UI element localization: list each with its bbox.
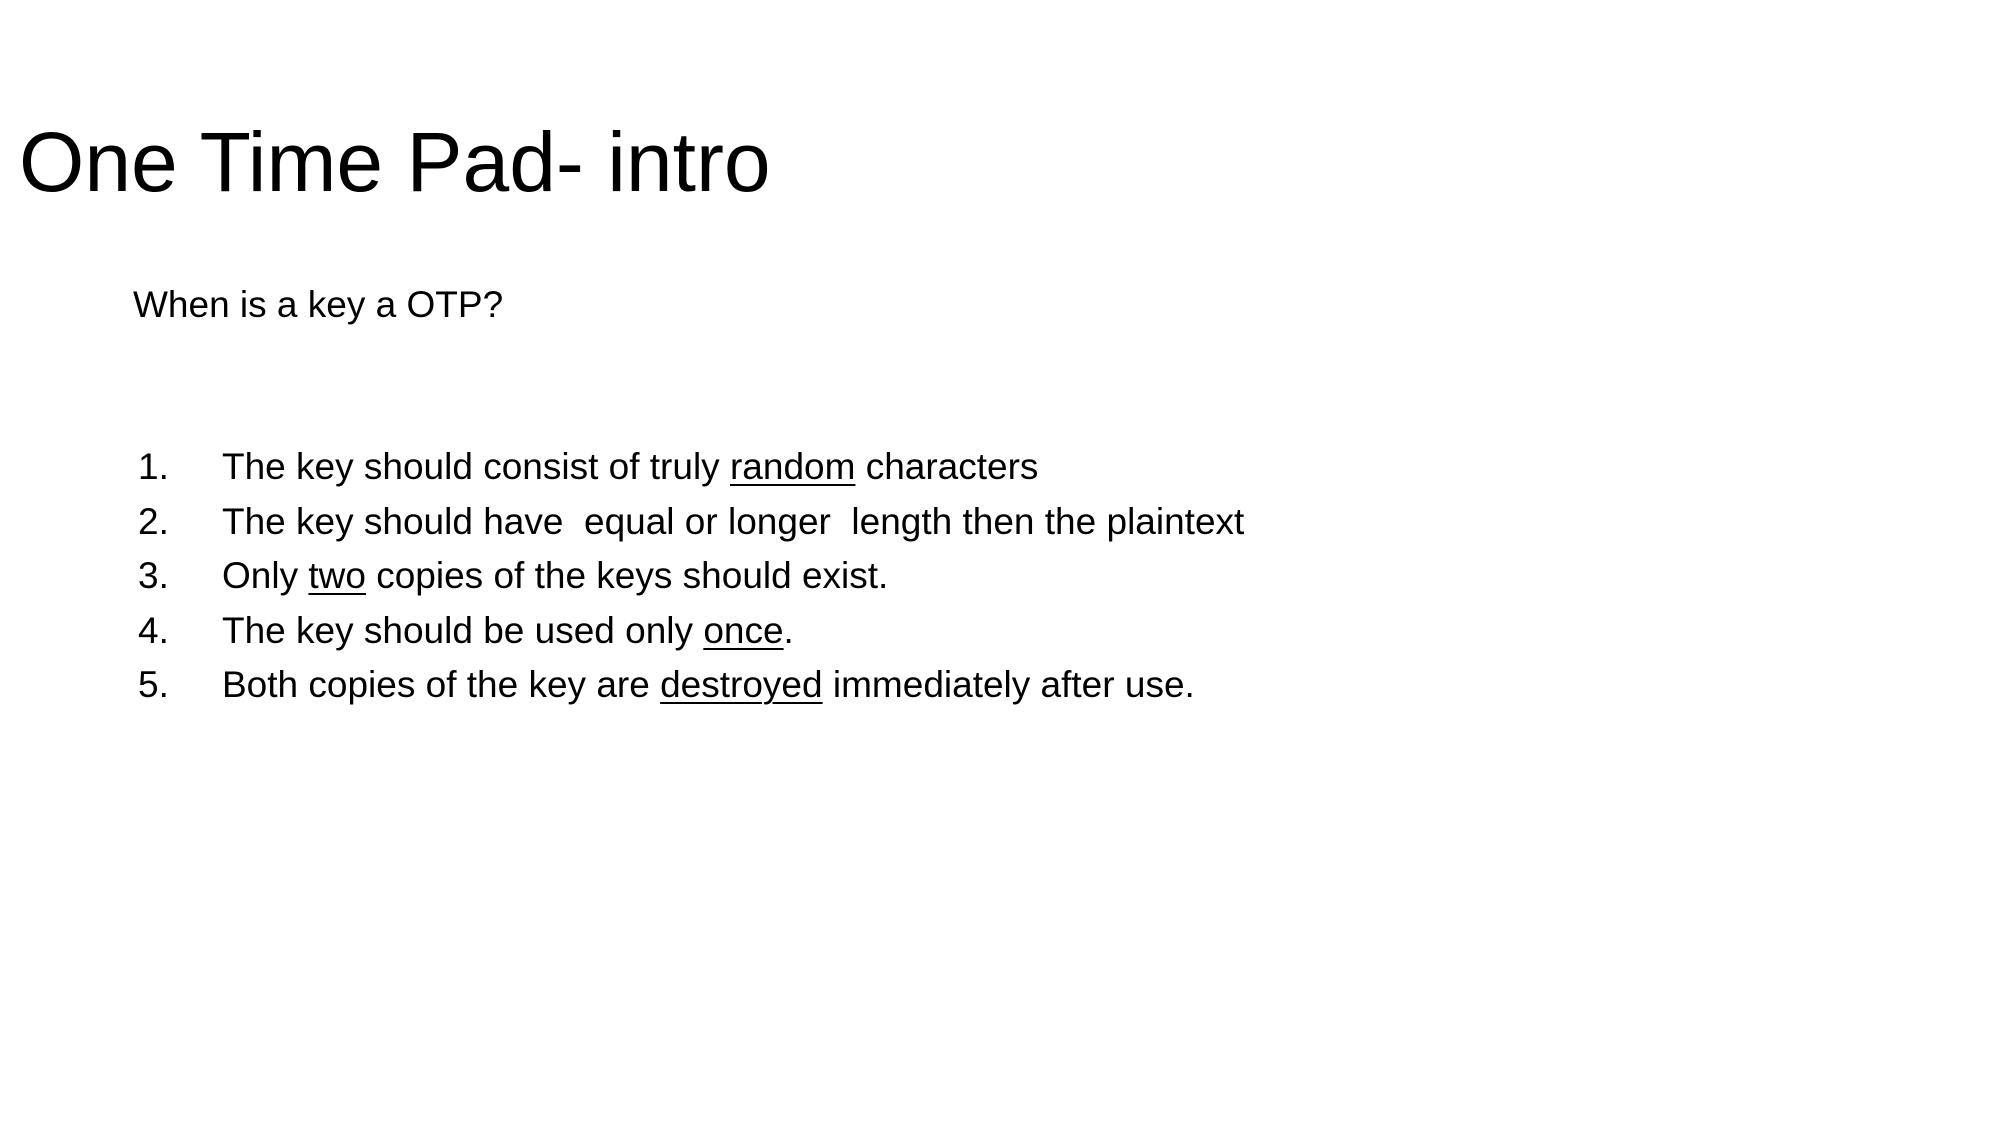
list-item-number: 2. (138, 500, 169, 542)
list-item: 2. The key should have equal or longer l… (138, 495, 1244, 550)
list-item-text-before: The key should have equal or longer leng… (222, 500, 1245, 542)
list-item-text-after: characters (855, 446, 1039, 488)
list-item-text: Only two copies of the keys should exist… (222, 555, 888, 597)
list-item-text: Both copies of the key are destroyed imm… (222, 664, 1195, 706)
list-item-text: The key should consist of truly random c… (222, 446, 1038, 488)
list-item-number: 3. (138, 555, 169, 597)
slide: One Time Pad- intro When is a key a OTP?… (0, 0, 2000, 1125)
list-item-text-after: immediately after use. (822, 664, 1195, 706)
list-item-text: The key should be used only once. (222, 610, 794, 652)
list-item: 3. Only two copies of the keys should ex… (138, 549, 1244, 604)
otp-conditions-list: 1. The key should consist of truly rando… (138, 440, 1244, 713)
list-item-text-before: The key should consist of truly (222, 446, 730, 488)
list-item-emphasis: two (308, 555, 366, 597)
list-item: 4. The key should be used only once. (138, 604, 1244, 659)
list-item-text-after: . (783, 609, 794, 651)
list-item-emphasis: destroyed (660, 664, 823, 706)
list-item-text-before: The key should be used only (222, 609, 704, 651)
list-item-text-before: Both copies of the key are (222, 664, 661, 706)
list-item-text-after: copies of the keys should exist. (365, 555, 889, 597)
list-item-emphasis: random (729, 446, 856, 488)
list-item: 5. Both copies of the key are destroyed … (138, 658, 1244, 713)
list-item-number: 1. (138, 446, 169, 488)
list-item-emphasis: once (703, 609, 784, 651)
list-item-number: 5. (138, 664, 169, 706)
list-item-number: 4. (138, 609, 169, 651)
slide-title: One Time Pad- intro (19, 115, 771, 209)
list-item: 1. The key should consist of truly rando… (138, 440, 1244, 495)
list-item-text: The key should have equal or longer leng… (222, 501, 1244, 543)
list-item-text-before: Only (222, 555, 309, 597)
slide-subtitle: When is a key a OTP? (133, 284, 504, 325)
